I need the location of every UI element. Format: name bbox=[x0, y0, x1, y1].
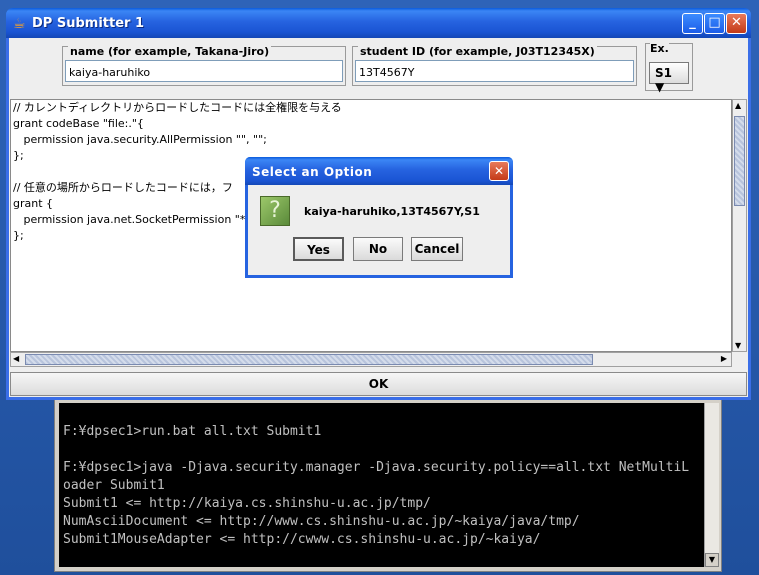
horizontal-scroll-thumb[interactable] bbox=[25, 354, 593, 365]
maximize-button[interactable]: □ bbox=[704, 13, 725, 34]
vertical-scroll-thumb[interactable] bbox=[734, 116, 745, 206]
console-output: F:¥dpsec1>run.bat all.txt Submit1 F:¥dps… bbox=[59, 403, 706, 567]
name-label: name (for example, Takana-Jiro) bbox=[68, 45, 272, 58]
yes-button[interactable]: Yes bbox=[293, 237, 344, 261]
ex-selected-value: S1 bbox=[655, 66, 672, 80]
scroll-left-arrow-icon[interactable]: ◀ bbox=[13, 354, 19, 363]
scroll-right-arrow-icon[interactable]: ▶ bbox=[721, 354, 727, 363]
editor-horizontal-scrollbar[interactable]: ◀ ▶ bbox=[10, 352, 732, 367]
scroll-down-arrow-icon[interactable]: ▼ bbox=[735, 341, 741, 350]
student-id-label: student ID (for example, J03T12345X) bbox=[358, 45, 597, 58]
minimize-button[interactable]: _ bbox=[682, 13, 703, 34]
dialog-body: ? kaiya-haruhiko,13T4567Y,S1 Yes No Canc… bbox=[248, 185, 510, 275]
dialog-title: Select an Option bbox=[252, 165, 373, 179]
dialog-close-button[interactable]: ✕ bbox=[489, 161, 509, 181]
java-cup-icon: ☕ bbox=[13, 16, 26, 32]
dialog-message: kaiya-haruhiko,13T4567Y,S1 bbox=[304, 205, 480, 218]
dialog-title-bar[interactable]: Select an Option ✕ bbox=[245, 157, 513, 185]
ex-group: Ex. S1 ▼ bbox=[645, 42, 693, 94]
cancel-button[interactable]: Cancel bbox=[411, 237, 463, 261]
editor-vertical-scrollbar[interactable]: ▲ ▼ bbox=[732, 99, 747, 352]
window-title: DP Submitter 1 bbox=[32, 16, 144, 31]
chevron-down-icon: ▼ bbox=[655, 80, 665, 94]
scroll-up-arrow-icon[interactable]: ▲ bbox=[735, 101, 741, 110]
console-scrollbar[interactable]: ▼ bbox=[704, 403, 719, 567]
no-button[interactable]: No bbox=[353, 237, 403, 261]
close-button[interactable]: ✕ bbox=[726, 13, 747, 34]
scroll-down-arrow-icon[interactable]: ▼ bbox=[705, 553, 719, 567]
ex-label: Ex. bbox=[650, 42, 669, 55]
student-id-group: student ID (for example, J03T12345X) 13T… bbox=[352, 45, 637, 86]
ex-select[interactable]: S1 ▼ bbox=[649, 62, 689, 94]
title-bar[interactable]: ☕ DP Submitter 1 _ □ ✕ bbox=[6, 8, 751, 38]
console-window[interactable]: F:¥dpsec1>run.bat all.txt Submit1 F:¥dps… bbox=[54, 398, 722, 572]
question-icon: ? bbox=[260, 196, 290, 226]
name-group: name (for example, Takana-Jiro) kaiya-ha… bbox=[62, 45, 346, 86]
name-input[interactable]: kaiya-haruhiko bbox=[65, 60, 343, 82]
option-dialog: Select an Option ✕ ? kaiya-haruhiko,13T4… bbox=[245, 157, 513, 278]
student-id-input[interactable]: 13T4567Y bbox=[355, 60, 634, 82]
ok-button[interactable]: OK bbox=[10, 372, 747, 396]
